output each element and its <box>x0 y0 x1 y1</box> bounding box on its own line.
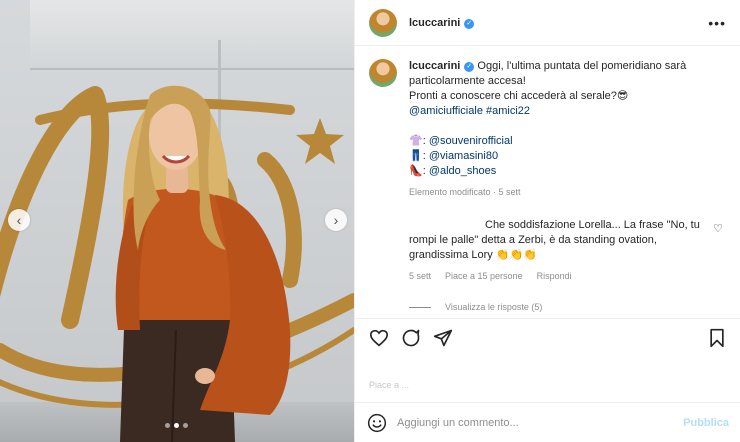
comment-meta: 5 sett Piace a 15 persone Rispondi <box>409 269 727 284</box>
jeans-emoji-icon: 👖 <box>409 150 423 162</box>
credit-pants-link[interactable]: @viamasini80 <box>429 150 498 162</box>
post-viewer: ‹ › lcuccarini ✓ ••• lcuccarini ✓ Oggi, l'… <box>0 0 740 442</box>
comment-input[interactable] <box>397 416 684 429</box>
likes-summary-faint: Piace a ... <box>369 380 410 390</box>
share-icon[interactable] <box>431 326 455 350</box>
caption-line2: Pronti a conoscere chi accederà al seral… <box>409 90 617 102</box>
shirt-emoji-icon: 👚 <box>409 135 423 147</box>
woman-figure <box>115 85 291 442</box>
photo-illustration <box>0 85 354 442</box>
post-details-panel: lcuccarini ✓ ••• lcuccarini ✓ Oggi, l'ulti… <box>354 0 740 442</box>
post-actions <box>355 318 740 356</box>
comment-composer: Pubblica <box>355 402 740 442</box>
carousel-dot-active <box>174 423 179 428</box>
verified-icon: ✓ <box>464 18 475 29</box>
next-slide-button[interactable]: › <box>325 209 347 231</box>
carousel-dot <box>183 423 188 428</box>
credit-shoes-link[interactable]: @aldo_shoes <box>429 165 496 177</box>
comment-reply-button[interactable]: Rispondi <box>537 269 572 284</box>
post-media: ‹ › <box>0 0 354 442</box>
post-caption: lcuccarini ✓ Oggi, l'ultima puntata del p… <box>369 59 727 200</box>
verified-icon: ✓ <box>464 62 475 72</box>
comment-likes[interactable]: Piace a 15 persone <box>445 269 523 284</box>
caption-meta: Elemento modificato · 5 sett <box>409 187 521 197</box>
view-replies-button[interactable]: Visualizza le risposte (5) <box>409 300 727 315</box>
star-shape <box>296 118 344 164</box>
author-username[interactable]: lcuccarini ✓ <box>409 17 475 29</box>
caption-text: lcuccarini ✓ Oggi, l'ultima puntata del p… <box>409 59 714 200</box>
previous-slide-button[interactable]: ‹ <box>8 209 30 231</box>
heart-icon[interactable] <box>367 326 391 350</box>
comment-time: 5 sett <box>409 271 432 281</box>
more-icon[interactable]: ••• <box>708 15 726 31</box>
carousel-dot <box>165 423 170 428</box>
comment-item: Che soddisfazione Lorella... La frase "N… <box>369 218 727 315</box>
shoe-emoji-icon: 👠 <box>409 165 423 177</box>
comment-icon[interactable] <box>399 326 423 350</box>
bookmark-icon[interactable] <box>705 326 729 350</box>
publish-button[interactable]: Pubblica <box>683 417 729 429</box>
emoji-icon[interactable] <box>367 413 387 433</box>
caption-avatar[interactable] <box>369 59 397 87</box>
caption-hashtags[interactable]: @amiciufficiale #amici22 <box>409 105 530 117</box>
carousel-indicator <box>165 423 188 428</box>
sunglasses-emoji-icon: 😎 <box>616 90 629 102</box>
comment-like-heart-icon[interactable]: ♡ <box>713 222 723 237</box>
caption-username[interactable]: lcuccarini <box>409 60 460 72</box>
credit-shirt-link[interactable]: @souvenirofficial <box>429 135 513 147</box>
author-avatar[interactable] <box>369 8 397 37</box>
post-header: lcuccarini ✓ ••• <box>355 0 740 46</box>
comments-scroll-area[interactable]: lcuccarini ✓ Oggi, l'ultima puntata del p… <box>355 47 740 317</box>
view-replies-label: Visualizza le risposte (5) <box>445 302 543 312</box>
comment-text: Che soddisfazione Lorella... La frase "N… <box>409 219 700 261</box>
replies-divider <box>409 307 431 308</box>
